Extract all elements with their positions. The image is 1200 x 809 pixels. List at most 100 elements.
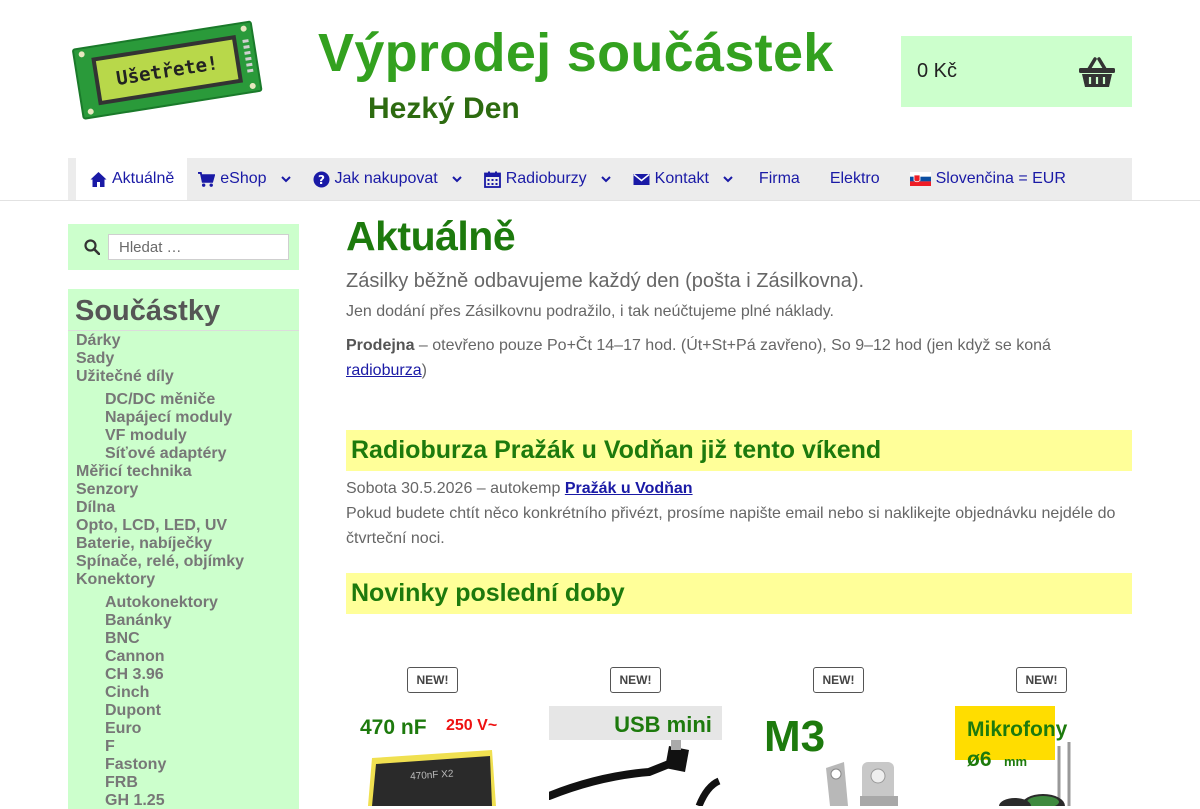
product-card[interactable]: NEW! USB mini [549,667,722,807]
chevron-down-icon[interactable] [723,174,733,184]
event-line: Sobota 30.5.2026 – autokemp Pražák u Vod… [346,476,1132,501]
subcategory-item[interactable]: Cinch [68,684,299,702]
mic-unit: mm [1004,754,1027,769]
search-widget [68,224,299,270]
category-item[interactable]: Spínače, relé, objímky [68,553,299,571]
shipping-note: Jen dodání přes Zásilkovnu podražilo, i … [346,303,834,320]
category-item[interactable]: Konektory [68,571,299,589]
category-item[interactable]: Opto, LCD, LED, UV [68,517,299,535]
category-item[interactable]: Sady [68,350,299,368]
store-hours-text: – otevřeno pouze Po+Čt 14–17 hod. (Út+St… [414,337,1051,354]
subcategory-item[interactable]: Dupont [68,702,299,720]
category-item[interactable]: Dílna [68,499,299,517]
m3-label: M3 [764,712,825,761]
cart-icon [198,171,216,188]
subcategory-item[interactable]: GH 1.25 [68,792,299,809]
chevron-down-icon[interactable] [600,174,611,184]
subcategory-item[interactable]: Banánky [68,612,299,630]
subcategory-item[interactable]: CH 3.96 [68,666,299,684]
product-image-capacitor: 470 nF 250 V~ 470nF X2 [346,706,519,806]
subcategory-item[interactable]: Cannon [68,648,299,666]
new-badge: NEW! [813,667,864,693]
category-sidebar: Součástky Dárky Sady Užitečné díly DC/DC… [68,289,299,809]
subcategory-item[interactable]: DC/DC měniče [68,391,299,409]
nav-divider [0,200,1200,201]
store-hours-end: ) [421,362,427,379]
subcategory-item[interactable]: Autokonektory [68,594,299,612]
cart-button[interactable]: 0 Kč [901,36,1132,107]
category-item[interactable]: Užitečné díly [68,368,299,386]
subcategory-item[interactable]: VF moduly [68,427,299,445]
section-heading-novinky: Novinky poslední doby [346,573,1132,614]
nav-label: Slovenčina = EUR [935,170,1066,187]
cart-amount: 0 Kč [917,60,958,82]
search-icon[interactable] [84,239,100,255]
section-heading-radioburza: Radioburza Pražák u Vodňan již tento vík… [346,430,1132,471]
product-image-microphones: Mikrofony ø6 mm [955,706,1128,806]
category-title: Součástky [68,289,299,331]
product-image-usb-mini: USB mini [549,706,722,806]
usb-label: USB mini [614,712,712,737]
nav-item-firma[interactable]: Firma [744,158,815,200]
capacitor-voltage: 250 V~ [446,717,497,734]
nav-label: Kontakt [654,170,709,187]
subcategory-item[interactable]: FRB [68,774,299,792]
event-date-text: Sobota 30.5.2026 – autokemp [346,480,565,497]
category-item[interactable]: Měřicí technika [68,463,299,481]
nav-label: eShop [220,170,267,187]
nav-item-slovencina[interactable]: Slovenčina = EUR [895,158,1081,200]
new-badge: NEW! [407,667,458,693]
new-badge: NEW! [1016,667,1067,693]
chevron-down-icon[interactable] [280,174,291,184]
new-badge: NEW! [610,667,661,693]
product-card[interactable]: NEW! M3 [752,667,925,807]
store-label: Prodejna [346,337,415,354]
nav-item-elektro[interactable]: Elektro [815,158,895,200]
nav-item-aktualne[interactable]: Aktuálně [76,158,188,200]
site-logo[interactable]: Ušetřete! [70,16,266,122]
product-card[interactable]: NEW! Mikrofony ø6 mm [955,667,1128,807]
nav-item-kontakt[interactable]: Kontakt [622,158,744,200]
event-note: Pokud budete chtít něco konkrétního přiv… [346,505,1116,547]
site-tagline: Hezký Den [368,92,520,125]
site-header: Ušetřete! Výprodej součástek Hezký Den 0… [0,0,1200,158]
subcategory-item[interactable]: Euro [68,720,299,738]
site-title[interactable]: Výprodej součástek [318,22,834,84]
category-item[interactable]: Senzory [68,481,299,499]
subcategory-item[interactable]: F [68,738,299,756]
nav-item-jak-nakupovat[interactable]: ? Jak nakupovat [302,158,473,200]
mic-size: ø6 [967,748,992,771]
radioburza-link[interactable]: radioburza [346,362,422,379]
capacitor-value: 470 nF [360,716,427,739]
nav-label: Radioburzy [505,170,587,187]
nav-item-radioburzy[interactable]: Radioburzy [473,158,622,200]
slovak-flag-icon [909,172,931,186]
search-input[interactable] [108,234,289,260]
store-hours: Prodejna – otevřeno pouze Po+Čt 14–17 ho… [346,333,1132,383]
question-icon: ? [313,171,330,188]
lead-paragraph: Zásilky běžně odbavujeme každý den (pošt… [346,270,865,292]
page-title: Aktuálně [346,213,516,259]
nav-label: Jak nakupovat [334,170,438,187]
main-navigation: Aktuálně eShop ? Jak nakupovat Radioburz… [68,158,1132,200]
subcategory-item[interactable]: Fastony [68,756,299,774]
basket-icon [1079,56,1115,87]
svg-text:?: ? [318,173,325,187]
main-content: Aktuálně Zásilky běžně odbavujeme každý … [346,212,1132,614]
mic-label: Mikrofony [967,718,1068,741]
nav-item-eshop[interactable]: eShop [187,158,301,200]
category-item[interactable]: Baterie, nabíječky [68,535,299,553]
subcategory-item[interactable]: Síťové adaptéry [68,445,299,463]
product-card[interactable]: NEW! 470 nF 250 V~ 470nF X2 [346,667,519,807]
subcategory-item[interactable]: Napájecí moduly [68,409,299,427]
chevron-down-icon[interactable] [452,174,462,184]
product-grid: NEW! 470 nF 250 V~ 470nF X2 NEW! USB min… [346,667,1132,806]
prazak-link[interactable]: Pražák u Vodňan [565,480,693,497]
envelope-icon [633,171,650,188]
subcategory-item[interactable]: BNC [68,630,299,648]
category-item[interactable]: Dárky [68,332,299,350]
product-image-m3-terminal: M3 [752,706,925,806]
nav-label: Aktuálně [112,170,175,187]
category-list: Dárky Sady Užitečné díly DC/DC měniče Na… [68,331,299,809]
lcd-logo-image: Ušetřete! [72,20,263,120]
